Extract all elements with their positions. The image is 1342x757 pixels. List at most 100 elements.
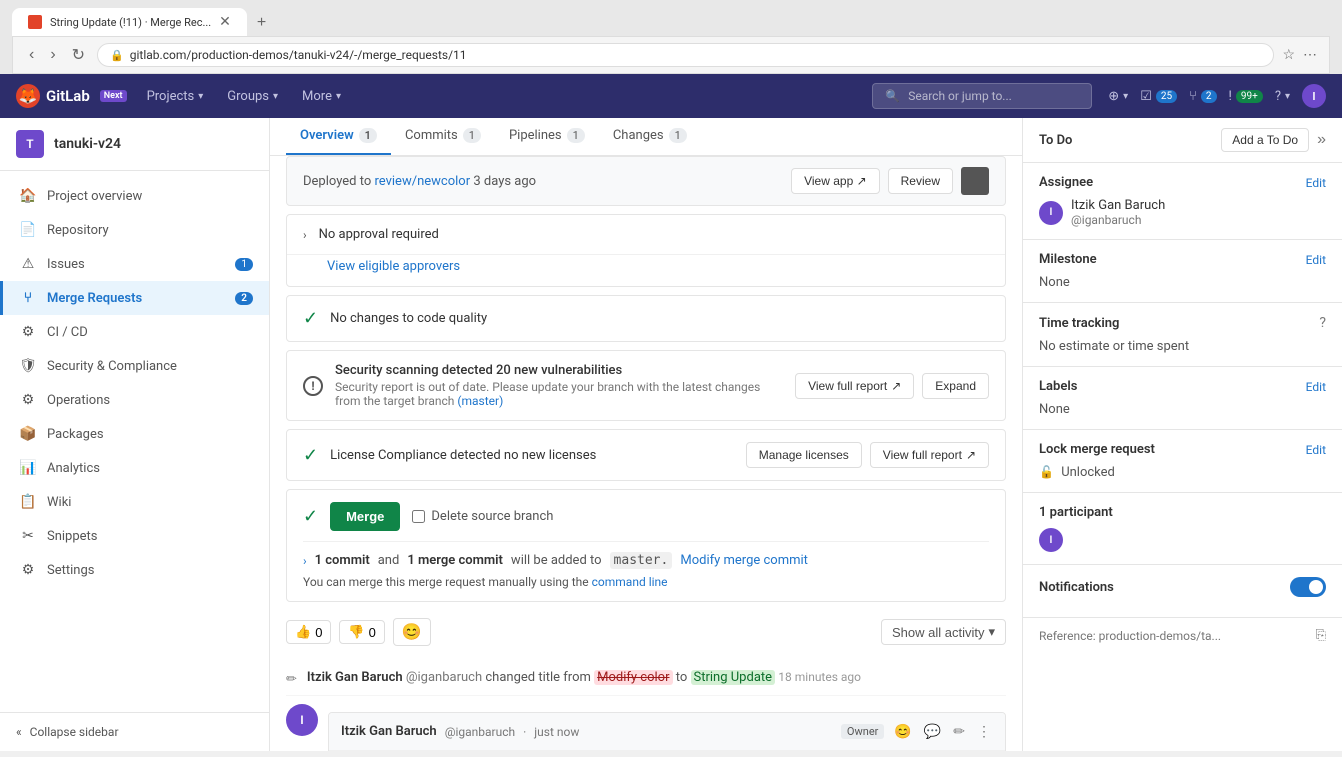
merge-row: ✓ Merge Delete source branch xyxy=(303,502,989,531)
merge-button[interactable]: Merge xyxy=(330,502,400,531)
expand-security-button[interactable]: Expand xyxy=(922,373,989,399)
thumbs-down-button[interactable]: 👎 0 xyxy=(339,620,384,644)
activity-title-change-content: Itzik Gan Baruch @iganbaruch changed tit… xyxy=(307,670,1006,687)
deploy-link[interactable]: review/newcolor xyxy=(375,174,471,189)
tab-commits[interactable]: Commits 1 xyxy=(391,118,495,155)
delete-branch-checkbox-label[interactable]: Delete source branch xyxy=(412,509,553,524)
more-nav-item[interactable]: More ▾ xyxy=(298,89,345,104)
security-actions: View full report ↗ Expand xyxy=(795,373,989,399)
milestone-value: None xyxy=(1039,275,1326,290)
add-todo-button[interactable]: Add a To Do xyxy=(1221,128,1309,152)
code-quality-row: ✓ No changes to code quality xyxy=(287,296,1005,341)
license-check-icon: ✓ xyxy=(303,445,318,466)
lock-edit-button[interactable]: Edit xyxy=(1306,443,1326,457)
code-quality-section: ✓ No changes to code quality xyxy=(286,295,1006,342)
review-button[interactable]: Review xyxy=(888,168,953,194)
help-icon: ? xyxy=(1275,89,1281,104)
comment-author: Itzik Gan Baruch xyxy=(341,724,437,739)
back-button[interactable]: ‹ xyxy=(25,44,38,66)
time-tracking-help-icon[interactable]: ? xyxy=(1319,315,1326,331)
notifications-header: Notifications xyxy=(1039,577,1326,597)
gitlab-logo[interactable]: 🦊 GitLab Next xyxy=(16,84,127,108)
settings-icon: ⚙ xyxy=(19,562,37,578)
sidebar-item-operations[interactable]: ⚙ Operations xyxy=(0,383,269,417)
view-license-report-button[interactable]: View full report ↗ xyxy=(870,442,989,468)
merge-commit-info: › 1 commit and 1 merge commit will be ad… xyxy=(303,552,989,569)
global-search-bar[interactable]: 🔍 Search or jump to... xyxy=(872,83,1092,109)
view-approvers-link[interactable]: View eligible approvers xyxy=(327,259,460,274)
more-options-button[interactable]: ⋮ xyxy=(975,721,993,742)
copy-reference-icon[interactable]: ⎘ xyxy=(1316,628,1326,643)
chevron-down-icon: ▾ xyxy=(988,624,995,640)
sidebar-label-project-overview: Project overview xyxy=(47,189,253,204)
assignee-edit-button[interactable]: Edit xyxy=(1306,176,1326,190)
sidebar-item-packages[interactable]: 📦 Packages xyxy=(0,417,269,451)
approval-expand-icon[interactable]: › xyxy=(303,228,307,242)
tab-close-btn[interactable]: ✕ xyxy=(219,14,231,30)
tab-changes[interactable]: Changes 1 xyxy=(599,118,701,155)
thumbs-up-button[interactable]: 👍 0 xyxy=(286,620,331,644)
thumbs-down-icon: 👎 xyxy=(348,624,364,640)
sidebar-item-ci-cd[interactable]: ⚙ CI / CD xyxy=(0,315,269,349)
active-tab[interactable]: String Update (!11) · Merge Rec... ✕ xyxy=(12,8,247,36)
comment-role-badge: Owner xyxy=(841,724,884,739)
help-button[interactable]: ? ▾ xyxy=(1275,89,1290,104)
security-row: ! Security scanning detected 20 new vuln… xyxy=(287,351,1005,420)
sidebar-item-security[interactable]: 🛡 Security & Compliance xyxy=(0,349,269,383)
show-all-activity-button[interactable]: Show all activity ▾ xyxy=(881,619,1006,645)
commit-expand-icon[interactable]: › xyxy=(303,554,307,568)
sidebar-item-wiki[interactable]: 📋 Wiki xyxy=(0,485,269,519)
new-item-button[interactable]: ⊕ ▾ xyxy=(1108,89,1128,104)
license-text: License Compliance detected no new licen… xyxy=(330,448,734,463)
time-tracking-section: Time tracking ? No estimate or time spen… xyxy=(1023,303,1342,367)
todos-button[interactable]: ☑ 25 xyxy=(1140,89,1177,104)
sidebar-item-repository[interactable]: 📄 Repository xyxy=(0,213,269,247)
issues-button[interactable]: ! 99+ xyxy=(1229,89,1263,104)
manage-licenses-button[interactable]: Manage licenses xyxy=(746,442,862,468)
sidebar-navigation: 🏠 Project overview 📄 Repository ⚠ Issues… xyxy=(0,171,269,712)
view-app-button[interactable]: View app ↗ xyxy=(791,168,880,194)
user-avatar[interactable]: I xyxy=(1302,84,1326,108)
reload-button[interactable]: ↻ xyxy=(68,43,89,67)
sidebar-label-repository: Repository xyxy=(47,223,253,238)
todo-expand-button[interactable]: » xyxy=(1317,131,1326,149)
merge-requests-button[interactable]: ⑂ 2 xyxy=(1189,89,1216,104)
tab-pipelines[interactable]: Pipelines 1 xyxy=(495,118,599,155)
assignee-header: Assignee Edit xyxy=(1039,175,1326,190)
activity-author: Itzik Gan Baruch xyxy=(307,670,403,685)
extensions-icon[interactable]: ⋯ xyxy=(1303,47,1317,63)
view-full-report-button[interactable]: View full report ↗ xyxy=(795,373,914,399)
packages-icon: 📦 xyxy=(19,426,37,442)
labels-edit-button[interactable]: Edit xyxy=(1306,380,1326,394)
sidebar-item-merge-requests[interactable]: ⑂ Merge Requests 2 xyxy=(0,281,269,315)
projects-nav-item[interactable]: Projects ▾ xyxy=(143,89,208,104)
emoji-reaction-button[interactable]: 😊 xyxy=(892,721,913,742)
bookmark-icon[interactable]: ☆ xyxy=(1282,47,1295,63)
notifications-toggle[interactable] xyxy=(1290,577,1326,597)
tab-overview[interactable]: Overview 1 xyxy=(286,118,391,155)
groups-nav-item[interactable]: Groups ▾ xyxy=(223,89,282,104)
command-line-link[interactable]: command line xyxy=(592,575,668,589)
reply-button[interactable]: 💬 xyxy=(922,721,943,742)
assignee-avatar: I xyxy=(1039,201,1063,225)
forward-button[interactable]: › xyxy=(46,44,59,66)
sidebar-item-settings[interactable]: ⚙ Settings xyxy=(0,553,269,587)
new-tab-button[interactable]: + xyxy=(249,10,274,36)
edit-comment-button[interactable]: ✏ xyxy=(951,721,967,742)
milestone-edit-button[interactable]: Edit xyxy=(1306,253,1326,267)
sidebar-item-issues[interactable]: ⚠ Issues 1 xyxy=(0,247,269,281)
modify-merge-commit-link[interactable]: Modify merge commit xyxy=(680,553,808,568)
assignee-name: Itzik Gan Baruch xyxy=(1071,198,1165,213)
add-reaction-button[interactable]: 😊 xyxy=(393,618,431,646)
assignee-handle: @iganbaruch xyxy=(1071,213,1165,227)
sidebar-item-project-overview[interactable]: 🏠 Project overview xyxy=(0,179,269,213)
collapse-sidebar-button[interactable]: « Collapse sidebar xyxy=(0,712,269,751)
sidebar-item-analytics[interactable]: 📊 Analytics xyxy=(0,451,269,485)
address-bar[interactable]: 🔒 gitlab.com/production-demos/tanuki-v24… xyxy=(97,43,1274,67)
activity-handle: @iganbaruch xyxy=(406,670,482,685)
delete-branch-checkbox[interactable] xyxy=(412,510,425,523)
assignee-details: Itzik Gan Baruch @iganbaruch xyxy=(1071,198,1165,227)
lock-icon: 🔓 xyxy=(1039,465,1054,479)
target-branch-link[interactable]: (master) xyxy=(457,394,503,408)
sidebar-item-snippets[interactable]: ✂ Snippets xyxy=(0,519,269,553)
